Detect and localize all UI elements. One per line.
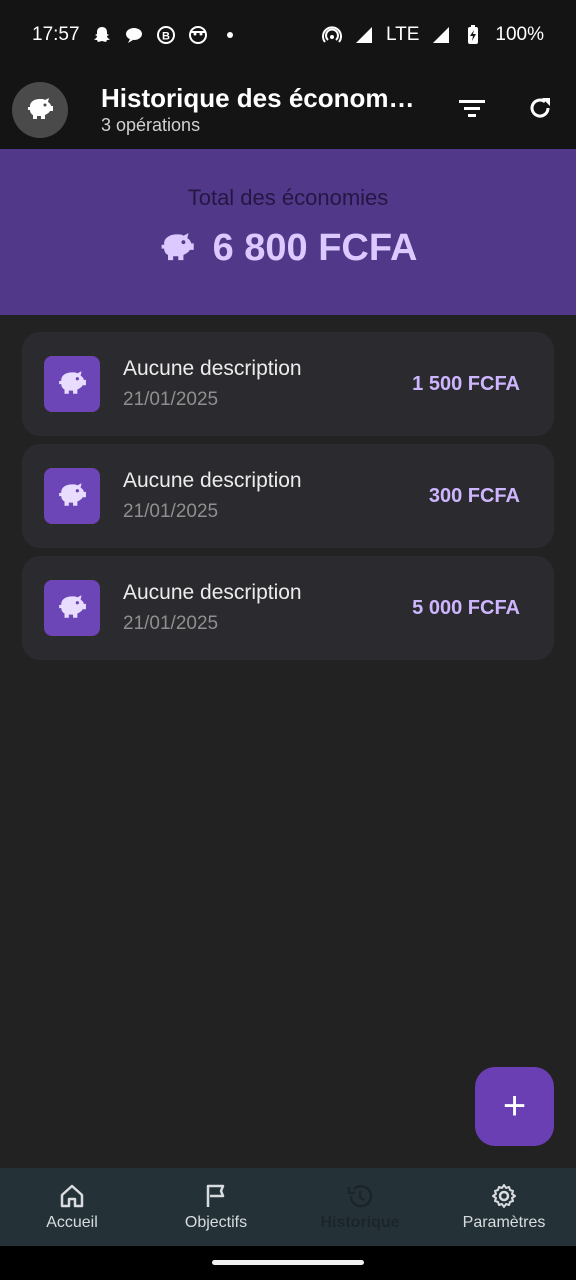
status-left: 17:57 B (32, 24, 240, 46)
transaction-text: Aucune description 21/01/2025 (123, 579, 302, 638)
status-right: LTE 100% (322, 24, 544, 46)
total-label: Total des économies (187, 185, 389, 210)
page-title: Historique des économ… (101, 83, 415, 113)
transaction-date: 21/01/2025 (123, 500, 219, 522)
home-icon (58, 1182, 86, 1210)
status-bar: 17:57 B LTE 100% (0, 0, 576, 70)
network-type: LTE (385, 24, 420, 45)
transaction-icon-box (44, 356, 100, 412)
filter-button[interactable] (448, 86, 496, 134)
status-time: 17:57 (32, 24, 80, 45)
transaction-date: 21/01/2025 (123, 612, 219, 634)
battery-level: 100% (495, 24, 544, 45)
gesture-area (0, 1246, 576, 1280)
avatar[interactable] (12, 82, 68, 138)
transaction-amount: 5 000 FCFA (412, 596, 520, 619)
transaction-description: Aucune description (123, 580, 302, 604)
transaction-card[interactable]: Aucune description 21/01/2025 1 500 FCFA (22, 332, 554, 436)
transaction-description: Aucune description (123, 356, 302, 380)
piggy-bank-icon (57, 481, 87, 512)
add-savings-button[interactable]: + (475, 1067, 554, 1146)
piggy-bank-icon (57, 369, 87, 400)
b-badge-icon: B (156, 25, 176, 45)
total-amount: 6 800 FCFA (212, 227, 418, 269)
app-actions (448, 86, 564, 134)
gesture-handle[interactable] (212, 1260, 364, 1265)
total-row: 6 800 FCFA (0, 227, 576, 270)
transaction-amount: 300 FCFA (428, 484, 520, 507)
gear-icon (490, 1182, 518, 1210)
transaction-icon-box (44, 468, 100, 524)
nav-item-parametres[interactable]: Paramètres (432, 1168, 576, 1246)
piggy-bank-icon (159, 230, 195, 267)
nav-item-historique[interactable]: Historique (288, 1168, 432, 1246)
transaction-description: Aucune description (123, 468, 302, 492)
nav-label: Historique (320, 1214, 400, 1231)
nav-label: Objectifs (184, 1214, 248, 1231)
transaction-date: 21/01/2025 (123, 388, 219, 410)
refresh-button[interactable] (516, 86, 564, 134)
piggy-bank-icon (57, 593, 87, 624)
app-bar: Historique des économ… 3 opérations (0, 70, 576, 150)
chat-icon (124, 25, 144, 45)
flag-icon (202, 1182, 230, 1210)
total-banner: Total des économies 6 800 FCFA (0, 149, 576, 315)
transaction-card[interactable]: Aucune description 21/01/2025 5 000 FCFA (22, 556, 554, 660)
history-icon (346, 1182, 374, 1210)
refresh-icon (526, 94, 554, 127)
transaction-icon-box (44, 580, 100, 636)
transaction-text: Aucune description 21/01/2025 (123, 355, 302, 414)
nav-label: Paramètres (462, 1214, 546, 1231)
piggy-bank-icon (26, 96, 54, 125)
nav-item-accueil[interactable]: Accueil (0, 1168, 144, 1246)
bottom-nav: Accueil Objectifs Historique Paramètres (0, 1168, 576, 1246)
transaction-text: Aucune description 21/01/2025 (123, 467, 302, 526)
dot-icon (220, 25, 240, 45)
snapchat-icon (92, 25, 112, 45)
face-icon (188, 25, 208, 45)
hotspot-icon (322, 25, 342, 45)
transaction-amount: 1 500 FCFA (412, 372, 520, 395)
transaction-card[interactable]: Aucune description 21/01/2025 300 FCFA (22, 444, 554, 548)
signal-icon (431, 25, 451, 45)
nav-label: Accueil (46, 1214, 98, 1231)
signal-icon (354, 25, 374, 45)
title-block: Historique des économ… 3 opérations (101, 83, 421, 137)
battery-charging-icon (463, 25, 483, 45)
plus-icon: + (502, 1084, 527, 1128)
svg-text:B: B (162, 31, 170, 43)
transactions-list: Aucune description 21/01/2025 1 500 FCFA… (22, 332, 554, 668)
filter-icon (458, 98, 486, 123)
nav-item-objectifs[interactable]: Objectifs (144, 1168, 288, 1246)
page-subtitle: 3 opérations (101, 115, 201, 135)
